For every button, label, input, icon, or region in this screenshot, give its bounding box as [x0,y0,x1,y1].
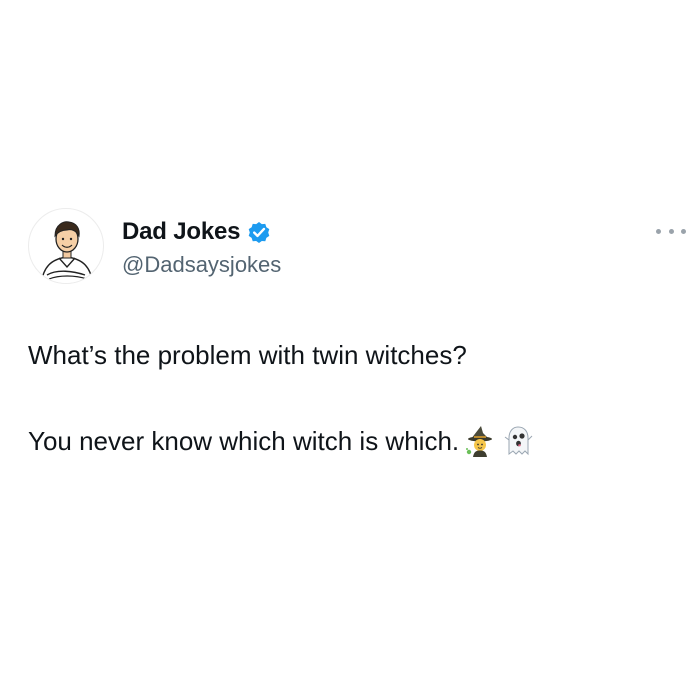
avatar-illustration [40,221,94,283]
dot-icon [668,228,674,234]
name-row: Dad Jokes [122,216,272,248]
dot-icon [656,228,661,234]
avatar[interactable] [28,208,104,284]
tweet-text-line-2: You never know which witch is which. [28,424,535,458]
tweet-text-line-1: What’s the problem with twin witches? [28,340,467,370]
dot-icon [681,228,686,234]
display-name[interactable]: Dad Jokes [122,218,240,246]
more-horizontal-icon[interactable] [656,224,686,238]
handle[interactable]: @Dadsaysjokes [122,252,281,278]
witch-emoji-icon [463,424,497,458]
ghost-emoji-icon [501,424,535,458]
tweet-text-line-2-text: You never know which witch is which. [28,425,460,456]
verified-badge-icon [246,219,272,245]
tweet-card: Dad Jokes @Dadsaysjokes What’s the probl… [0,0,700,700]
